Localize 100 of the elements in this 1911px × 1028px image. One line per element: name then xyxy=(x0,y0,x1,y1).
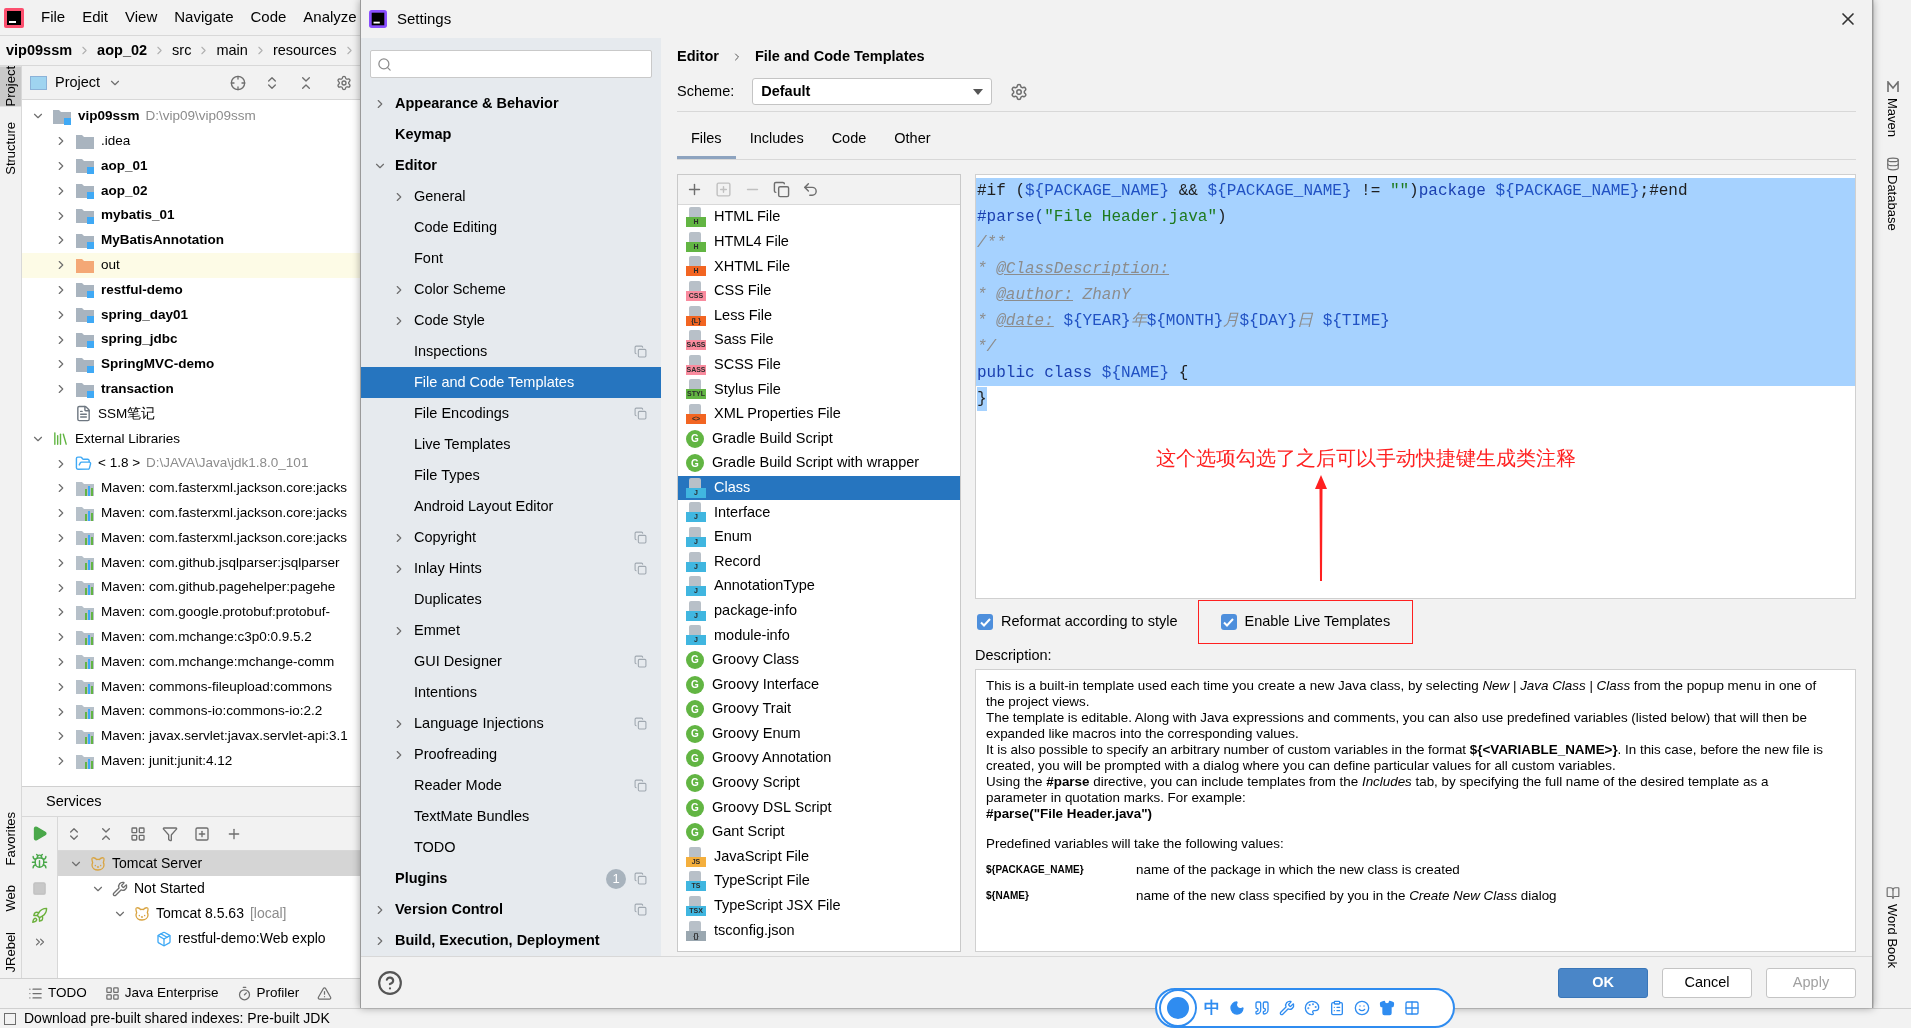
dialog-button[interactable]: OK xyxy=(1558,967,1648,998)
breadcrumb-item[interactable]: aop_02 xyxy=(97,39,148,62)
tree-row[interactable]: transaction xyxy=(22,376,360,402)
tool-window-button[interactable]: Java Enterprise xyxy=(124,983,219,1004)
tool-window-tab[interactable]: Maven xyxy=(1882,98,1903,138)
new-frame-icon[interactable] xyxy=(194,825,210,842)
locate-icon[interactable] xyxy=(230,74,246,91)
tool-window-tab[interactable]: Web xyxy=(0,885,21,912)
service-row[interactable]: Tomcat Server xyxy=(58,851,360,876)
service-row[interactable]: Not Started xyxy=(58,876,360,901)
settings-item[interactable]: Reader Mode xyxy=(361,770,661,801)
tree-row[interactable]: External Libraries xyxy=(22,426,360,452)
tree-row[interactable]: Maven: commons-io:commons-io:2.2 xyxy=(22,699,360,724)
settings-item[interactable]: File Encodings xyxy=(361,398,661,429)
filter-icon[interactable] xyxy=(162,825,178,842)
smile-icon[interactable] xyxy=(1354,1000,1370,1016)
settings-item[interactable]: Code Style xyxy=(361,305,661,336)
template-item[interactable]: G Groovy Interface xyxy=(678,672,960,697)
settings-item[interactable]: Font xyxy=(361,243,661,274)
reset-icon[interactable] xyxy=(802,181,819,198)
dialog-button[interactable]: Cancel xyxy=(1662,967,1752,998)
debug-icon[interactable] xyxy=(31,853,48,870)
template-item[interactable]: G Groovy Enum xyxy=(678,721,960,747)
settings-item[interactable]: Inspections xyxy=(361,336,661,367)
settings-item[interactable]: Copyright xyxy=(361,522,661,553)
clipboard-icon[interactable] xyxy=(1329,1000,1345,1016)
menu-item[interactable]: Edit xyxy=(82,6,109,29)
tool-window-tab[interactable]: Favorites xyxy=(0,811,21,866)
template-item[interactable]: G Gant Script xyxy=(678,819,960,845)
settings-item[interactable]: Intentions xyxy=(361,677,661,708)
warning-icon[interactable] xyxy=(317,986,333,1001)
template-item[interactable]: G Gradle Build Script xyxy=(678,426,960,451)
breadcrumb-item[interactable]: Editor xyxy=(677,46,719,68)
settings-icon[interactable] xyxy=(336,74,352,91)
scheme-dropdown[interactable]: Default xyxy=(752,78,993,105)
tree-row[interactable]: Maven: com.fasterxml.jackson.core:jacks xyxy=(22,525,360,551)
menu-item[interactable]: File xyxy=(41,6,66,29)
tree-row[interactable]: .idea xyxy=(22,128,360,154)
settings-item[interactable]: TextMate Bundles xyxy=(361,801,661,832)
palette-icon[interactable] xyxy=(1304,1000,1320,1016)
settings-item[interactable]: Version Control xyxy=(361,894,661,925)
wrench-icon[interactable] xyxy=(1279,1000,1295,1016)
tree-row[interactable]: Maven: com.github.jsqlparser:jsqlparser xyxy=(22,550,360,576)
tab[interactable]: Includes xyxy=(735,121,818,159)
tree-row[interactable]: Maven: com.fasterxml.jackson.core:jacks xyxy=(22,475,360,501)
tool-window-button[interactable]: Profiler xyxy=(256,983,300,1004)
tree-row[interactable]: Maven: com.google.protobuf:protobuf- xyxy=(22,599,360,625)
breadcrumb-item[interactable]: resources xyxy=(272,39,337,62)
quote-icon[interactable] xyxy=(1254,1000,1270,1016)
menu-item[interactable]: Analyze xyxy=(303,6,357,29)
menu-item[interactable]: Navigate xyxy=(174,6,234,29)
service-row[interactable]: Tomcat 8.5.63 [local] xyxy=(58,901,360,926)
option-checkbox[interactable]: Reformat according to style xyxy=(975,600,1178,644)
tree-row[interactable]: Maven: com.mchange:mchange-comm xyxy=(22,649,360,675)
group-icon[interactable] xyxy=(130,825,146,842)
settings-item[interactable]: Keymap xyxy=(361,119,661,150)
panel-title[interactable]: Project xyxy=(55,71,101,94)
grid-icon[interactable] xyxy=(1404,1000,1420,1016)
breadcrumb-item[interactable]: vip09ssm xyxy=(6,39,73,62)
checkbox[interactable] xyxy=(977,614,993,630)
settings-item[interactable]: Inlay Hints xyxy=(361,553,661,584)
settings-item[interactable]: Color Scheme xyxy=(361,274,661,305)
tab[interactable]: Files xyxy=(677,121,736,159)
template-item[interactable]: G Groovy Script xyxy=(678,770,960,796)
settings-item[interactable]: Appearance & Behavior xyxy=(361,88,661,119)
help-icon[interactable] xyxy=(377,969,403,996)
tree-row[interactable]: mybatis_01 xyxy=(22,203,360,228)
tree-row[interactable]: spring_day01 xyxy=(22,302,360,328)
template-item[interactable]: G Groovy Annotation xyxy=(678,746,960,771)
rocket-icon[interactable] xyxy=(31,907,48,924)
settings-icon[interactable] xyxy=(1010,82,1029,101)
tree-row[interactable]: Maven: com.fasterxml.jackson.core:jacks xyxy=(22,500,360,526)
tree-row[interactable]: < 1.8 > D:\JAVA\Java\jdk1.8.0_101 xyxy=(22,451,360,476)
tool-window-tab[interactable]: Word Book xyxy=(1882,903,1903,968)
menu-item[interactable]: View xyxy=(125,6,158,29)
tool-window-tab[interactable]: Structure xyxy=(0,122,21,176)
search-field[interactable] xyxy=(370,50,652,78)
tree-row[interactable]: SSM笔记 xyxy=(22,401,360,427)
copy-icon[interactable] xyxy=(773,181,790,198)
tool-window-tab[interactable]: Database xyxy=(1882,175,1903,231)
option-checkbox[interactable]: Enable Live Templates xyxy=(1197,600,1414,644)
checkbox[interactable] xyxy=(1220,614,1237,630)
tree-row[interactable]: SpringMVC-demo xyxy=(22,351,360,377)
tool-window-tab[interactable]: JRebel xyxy=(0,931,21,972)
tree-row[interactable]: Maven: junit:junit:4.12 xyxy=(22,748,360,774)
settings-item[interactable]: Emmet xyxy=(361,615,661,646)
settings-item[interactable]: Live Templates xyxy=(361,429,661,460)
tree-row[interactable]: Maven: com.github.pagehelper:pagehe xyxy=(22,575,360,600)
tab[interactable]: Code xyxy=(817,121,881,159)
tool-window-tab[interactable]: Project xyxy=(0,66,21,107)
moon-icon[interactable] xyxy=(1229,1000,1245,1016)
settings-item[interactable]: Language Injections xyxy=(361,708,661,739)
tree-row[interactable]: MyBatisAnnotation xyxy=(22,228,360,253)
template-item[interactable]: G Groovy Trait xyxy=(678,696,960,722)
tree-row[interactable]: aop_01 xyxy=(22,153,360,179)
settings-item[interactable]: Plugins 1 xyxy=(361,863,661,894)
settings-item[interactable]: TODO xyxy=(361,832,661,863)
tree-row[interactable]: aop_02 xyxy=(22,178,360,204)
template-item[interactable]: G Gradle Build Script with wrapper xyxy=(678,450,960,476)
tree-row[interactable]: vip09ssm D:\vip09\vip09ssm xyxy=(22,104,360,129)
